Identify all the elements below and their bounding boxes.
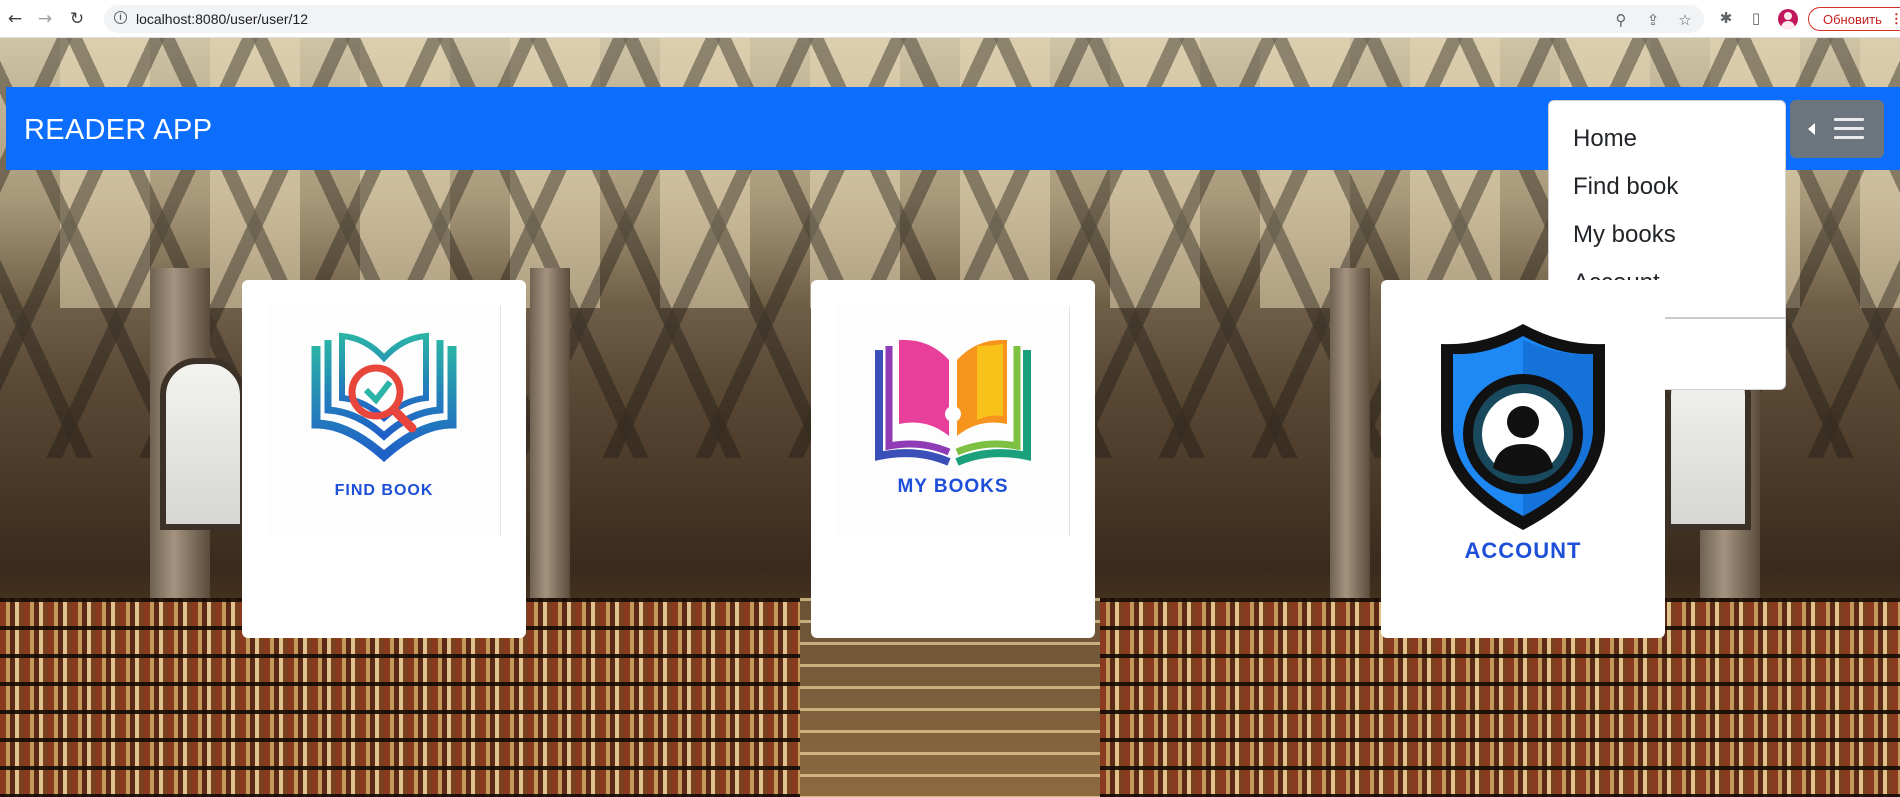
colorful-open-book-icon [875,339,1031,466]
my-books-card[interactable]: MY BOOKS [811,280,1095,638]
brand-title[interactable]: READER APP [24,114,212,147]
forward-arrow-icon[interactable]: → [34,8,56,30]
menu-item-home[interactable]: Home [1549,117,1785,161]
puzzle-icon[interactable]: ✱ [1716,9,1736,27]
browser-toolbar: ← → ↻ i localhost:8080/user/user/12 ⚲ ⇪ … [0,0,1900,38]
side-panel-icon[interactable]: ▯ [1746,9,1766,27]
profile-avatar[interactable] [1778,9,1798,29]
address-bar[interactable]: i localhost:8080/user/user/12 ⚲ ⇪ ☆ [104,5,1704,33]
account-label: ACCOUNT [1464,538,1582,563]
share-icon[interactable]: ⇪ [1644,11,1662,29]
bookmark-star-icon[interactable]: ☆ [1676,11,1694,29]
url-text[interactable]: localhost:8080/user/user/12 [136,11,308,27]
menu-item-my-books[interactable]: My books [1549,213,1785,257]
update-button[interactable]: Обновить ⋮ [1808,7,1900,31]
my-books-image [837,306,1070,536]
navbar-toggler-button[interactable] [1790,100,1884,158]
more-menu-icon[interactable]: ⋮ [1890,11,1900,27]
arched-window [160,358,246,530]
find-book-card[interactable]: FIND BOOK [242,280,526,638]
menu-item-find-book[interactable]: Find book [1549,165,1785,209]
caret-left-icon [1808,123,1815,135]
my-books-label: MY BOOKS [897,476,1009,497]
reload-icon[interactable]: ↻ [66,8,88,30]
update-label: Обновить [1823,11,1882,27]
find-book-image [268,306,501,536]
find-book-label: FIND BOOK [334,482,434,499]
back-arrow-icon[interactable]: ← [4,8,26,30]
shield-user-icon [1441,324,1605,530]
zoom-icon[interactable]: ⚲ [1612,11,1630,29]
hamburger-icon [1834,118,1864,140]
open-book-search-icon [311,332,457,463]
account-card[interactable]: ACCOUNT [1381,280,1665,638]
info-icon[interactable]: i [114,11,127,24]
